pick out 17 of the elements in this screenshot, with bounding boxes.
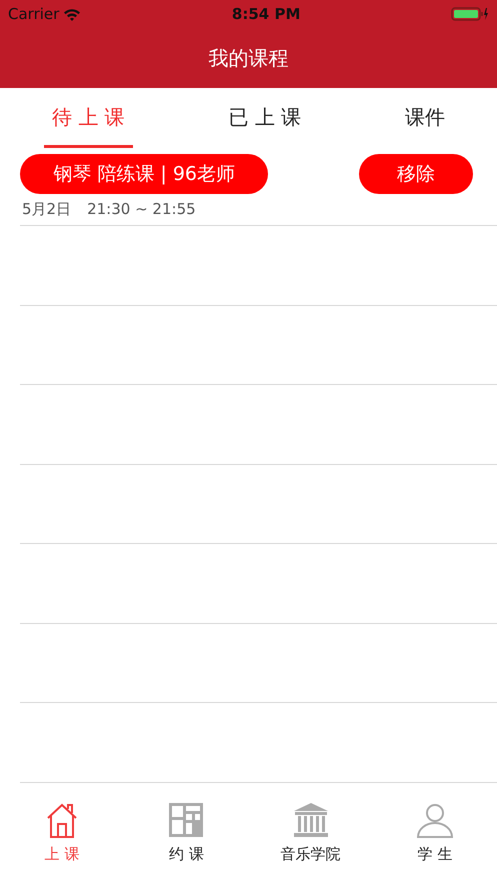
tab-bar-item[interactable]: 学 生 (372, 800, 497, 867)
tab[interactable]: 已 上 课 (220, 88, 310, 148)
lesson-date: 5月2日 (22, 199, 72, 220)
wifi-icon (63, 8, 82, 20)
tab-bar-item[interactable]: 上 课 (0, 800, 124, 867)
lesson-time: 21:30 ~ 21:55 (87, 199, 196, 220)
battery-icon (450, 6, 489, 22)
lesson-button[interactable]: 钢琴 陪练课 | 96老师 (20, 154, 268, 194)
tab-bar-item[interactable]: 音乐学院 (248, 800, 373, 867)
tab[interactable]: 待 上 课 (44, 88, 133, 148)
remove-button[interactable]: 移除 (359, 154, 474, 194)
tab[interactable]: 课件 (397, 88, 454, 148)
clock-text: 8:54 PM (232, 4, 300, 25)
carrier-text: Carrier (8, 4, 60, 25)
tab-bar-item[interactable]: 约 课 (124, 800, 248, 867)
person-icon (414, 801, 455, 840)
page-title: 我的课程 (208, 45, 288, 72)
